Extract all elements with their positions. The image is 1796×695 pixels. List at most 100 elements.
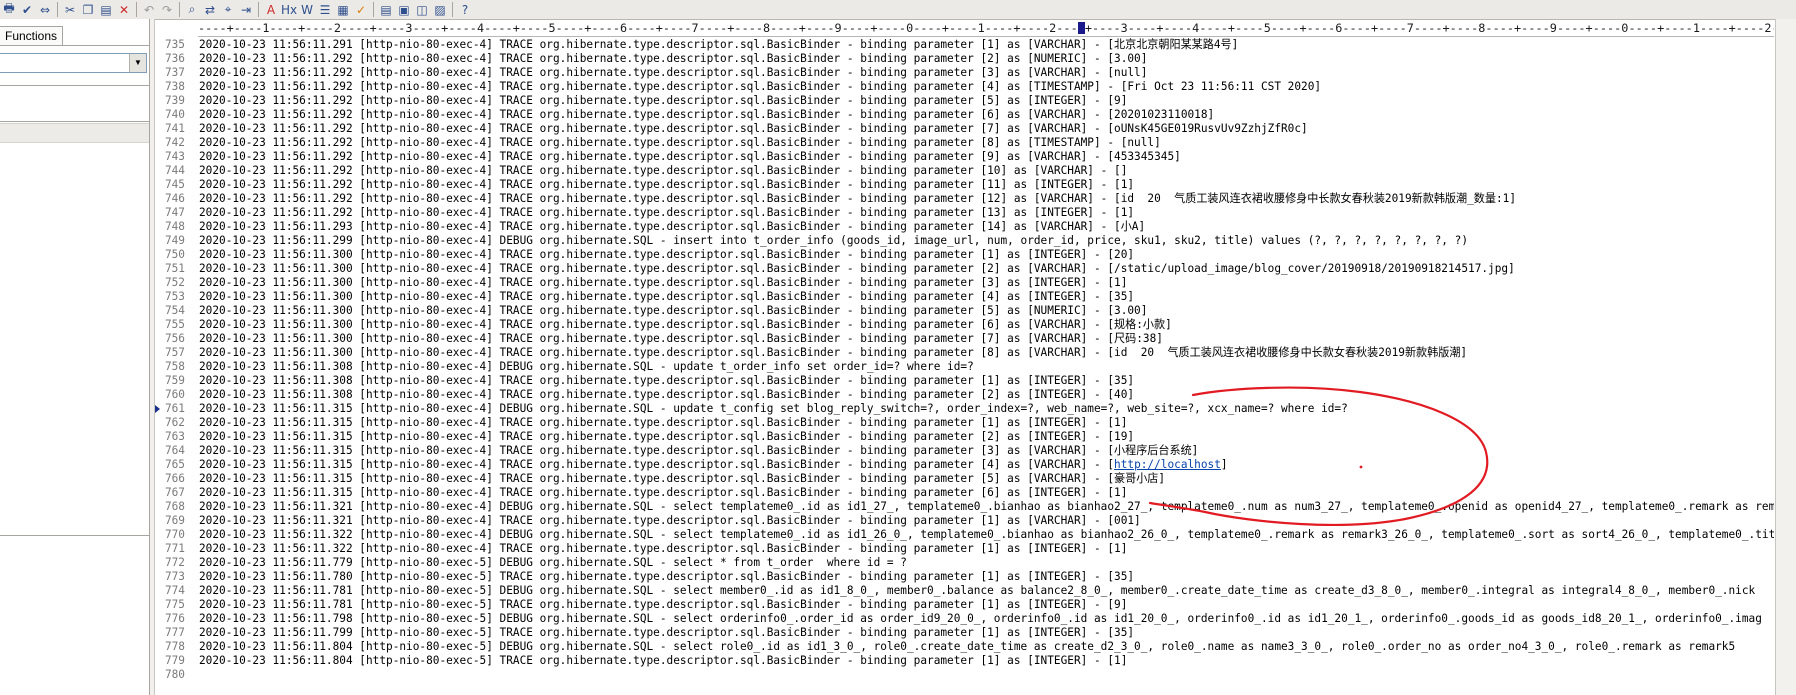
editor-line[interactable]: 742 2020-10-23 11:56:11.292 [http-nio-80-… (155, 136, 1774, 150)
ruler-ticks: ----+----1----+----2----+----3----+----4… (198, 21, 1774, 35)
editor-line[interactable]: 739 2020-10-23 11:56:11.292 [http-nio-80-… (155, 94, 1774, 108)
line-numbers-icon[interactable]: ☰ (316, 1, 334, 18)
editor-line[interactable]: 770 2020-10-23 11:56:11.322 [http-nio-80-… (155, 528, 1774, 542)
editor-line[interactable]: 761 2020-10-23 11:56:11.315 [http-nio-80-… (155, 402, 1774, 416)
editor-line[interactable]: 744 2020-10-23 11:56:11.292 [http-nio-80-… (155, 164, 1774, 178)
editor-line[interactable]: 773 2020-10-23 11:56:11.780 [http-nio-80-… (155, 570, 1774, 584)
redo-icon[interactable]: ↷ (158, 1, 176, 18)
editor-line[interactable]: 764 2020-10-23 11:56:11.315 [http-nio-80-… (155, 444, 1774, 458)
line-text: 2020-10-23 11:56:11.781 [http-nio-80-exe… (199, 584, 1755, 598)
editor-line[interactable]: 778 2020-10-23 11:56:11.804 [http-nio-80-… (155, 640, 1774, 654)
line-number: 776 (164, 612, 185, 625)
editor-line[interactable]: 748 2020-10-23 11:56:11.293 [http-nio-80-… (155, 220, 1774, 234)
editor-line[interactable]: 762 2020-10-23 11:56:11.315 [http-nio-80-… (155, 416, 1774, 430)
line-text: 2020-10-23 11:56:11.315 [http-nio-80-exe… (199, 486, 1127, 500)
function-filter-select[interactable]: ▼ (0, 53, 147, 73)
hyperlink[interactable]: http://localhost (1114, 458, 1221, 471)
line-text-content: 2020-10-23 11:56:11.300 [http-nio-80-exe… (199, 332, 1163, 345)
help-icon[interactable]: ? (456, 1, 474, 18)
hex-icon[interactable]: Hx (280, 1, 298, 18)
font-icon[interactable]: A (262, 1, 280, 18)
editor-line[interactable]: 743 2020-10-23 11:56:11.292 [http-nio-80-… (155, 150, 1774, 164)
functions-tab[interactable]: Functions (0, 26, 64, 46)
ruler-cursor-marker (1078, 22, 1085, 34)
editor-line[interactable]: 774 2020-10-23 11:56:11.781 [http-nio-80-… (155, 584, 1774, 598)
line-text-content: 2020-10-23 11:56:11.300 [http-nio-80-exe… (199, 290, 1135, 303)
editor-line[interactable]: 756 2020-10-23 11:56:11.300 [http-nio-80-… (155, 332, 1774, 346)
vertical-scrollbar[interactable] (1775, 19, 1796, 695)
copy-icon[interactable]: ❐ (79, 1, 97, 18)
undo-icon[interactable]: ↶ (140, 1, 158, 18)
editor-line[interactable]: 766 2020-10-23 11:56:11.315 [http-nio-80-… (155, 472, 1774, 486)
line-text-content: 2020-10-23 11:56:11.308 [http-nio-80-exe… (199, 360, 974, 373)
word-wrap-icon[interactable]: W (298, 1, 316, 18)
line-text-content: 2020-10-23 11:56:11.322 [http-nio-80-exe… (199, 542, 1128, 555)
line-text: 2020-10-23 11:56:11.322 [http-nio-80-exe… (199, 528, 1774, 542)
editor-line[interactable]: 738 2020-10-23 11:56:11.292 [http-nio-80-… (155, 80, 1774, 94)
editor-line[interactable]: 769 2020-10-23 11:56:11.321 [http-nio-80-… (155, 514, 1774, 528)
editor-line[interactable]: 755 2020-10-23 11:56:11.300 [http-nio-80-… (155, 318, 1774, 332)
editor-line[interactable]: 750 2020-10-23 11:56:11.300 [http-nio-80-… (155, 248, 1774, 262)
editor-line[interactable]: 759 2020-10-23 11:56:11.308 [http-nio-80-… (155, 374, 1774, 388)
editor-line[interactable]: 772 2020-10-23 11:56:11.779 [http-nio-80-… (155, 556, 1774, 570)
line-number: 736 (164, 52, 185, 65)
editor-line[interactable]: 780 (155, 668, 1774, 682)
editor-line[interactable]: 768 2020-10-23 11:56:11.321 [http-nio-80-… (155, 500, 1774, 514)
editor-line[interactable]: 747 2020-10-23 11:56:11.292 [http-nio-80-… (155, 206, 1774, 220)
column-mode-icon[interactable]: ▦ (334, 1, 352, 18)
spellcheck-icon[interactable]: ✔ (18, 1, 36, 18)
function-list-pane: Functions ▼ (0, 19, 150, 695)
editor-line[interactable]: 746 2020-10-23 11:56:11.292 [http-nio-80-… (155, 192, 1774, 206)
editor-line[interactable]: 752 2020-10-23 11:56:11.300 [http-nio-80-… (155, 276, 1774, 290)
web-preview-icon[interactable]: ⇔ (36, 1, 54, 18)
line-text-content: 2020-10-23 11:56:11.292 [http-nio-80-exe… (199, 136, 1161, 149)
chevron-down-icon[interactable]: ▼ (129, 54, 146, 72)
check-icon[interactable]: ✓ (352, 1, 370, 18)
line-number: 771 (164, 542, 185, 555)
line-text-content: 2020-10-23 11:56:11.299 [http-nio-80-exe… (199, 234, 1469, 247)
editor-line[interactable]: 751 2020-10-23 11:56:11.300 [http-nio-80-… (155, 262, 1774, 276)
editor-line[interactable]: 777 2020-10-23 11:56:11.799 [http-nio-80-… (155, 626, 1774, 640)
line-number: 757 (164, 346, 185, 359)
editor-line[interactable]: 776 2020-10-23 11:56:11.798 [http-nio-80-… (155, 612, 1774, 626)
editor-line[interactable]: 754 2020-10-23 11:56:11.300 [http-nio-80-… (155, 304, 1774, 318)
editor-line[interactable]: 763 2020-10-23 11:56:11.315 [http-nio-80-… (155, 430, 1774, 444)
image-icon[interactable]: ▨ (431, 1, 449, 18)
editor-line[interactable]: 757 2020-10-23 11:56:11.300 [http-nio-80-… (155, 346, 1774, 360)
window-icon[interactable]: ▣ (395, 1, 413, 18)
line-number: 762 (164, 416, 185, 429)
editor-line[interactable]: 758 2020-10-23 11:56:11.308 [http-nio-80-… (155, 360, 1774, 374)
line-text: 2020-10-23 11:56:11.308 [http-nio-80-exe… (199, 360, 974, 374)
editor-line[interactable]: 760 2020-10-23 11:56:11.308 [http-nio-80-… (155, 388, 1774, 402)
editor-line[interactable]: 779 2020-10-23 11:56:11.804 [http-nio-80-… (155, 654, 1774, 668)
line-number: 750 (164, 248, 185, 261)
print-icon[interactable]: 🖶 (0, 1, 18, 18)
editor-line[interactable]: 771 2020-10-23 11:56:11.322 [http-nio-80-… (155, 542, 1774, 556)
editor-line[interactable]: 775 2020-10-23 11:56:11.781 [http-nio-80-… (155, 598, 1774, 612)
goto-icon[interactable]: ⇥ (237, 1, 255, 18)
paste-icon[interactable]: ▤ (97, 1, 115, 18)
replace-icon[interactable]: ⇄ (201, 1, 219, 18)
find-icon[interactable]: ⌕ (183, 1, 201, 18)
find-in-files-icon[interactable]: ⌖ (219, 1, 237, 18)
editor-line[interactable]: 741 2020-10-23 11:56:11.292 [http-nio-80-… (155, 122, 1774, 136)
list-icon[interactable]: ▤ (377, 1, 395, 18)
line-text-content: 2020-10-23 11:56:11.300 [http-nio-80-exe… (199, 304, 1148, 317)
cut-icon[interactable]: ✂ (61, 1, 79, 18)
editor-line[interactable]: 735 2020-10-23 11:56:11.291 [http-nio-80-… (155, 38, 1774, 52)
editor-line[interactable]: 736 2020-10-23 11:56:11.292 [http-nio-80-… (155, 52, 1774, 66)
tile-icon[interactable]: ◫ (413, 1, 431, 18)
line-text: 2020-10-23 11:56:11.300 [http-nio-80-exe… (199, 304, 1147, 318)
editor-text-area[interactable]: 735 2020-10-23 11:56:11.291 [http-nio-80-… (155, 36, 1774, 695)
editor-line[interactable]: 745 2020-10-23 11:56:11.292 [http-nio-80-… (155, 178, 1774, 192)
editor-line[interactable]: 749 2020-10-23 11:56:11.299 [http-nio-80-… (155, 234, 1774, 248)
editor-line[interactable]: 767 2020-10-23 11:56:11.315 [http-nio-80-… (155, 486, 1774, 500)
editor-line[interactable]: 737 2020-10-23 11:56:11.292 [http-nio-80-… (155, 66, 1774, 80)
line-text-content: 2020-10-23 11:56:11.321 [http-nio-80-exe… (199, 500, 1774, 513)
editor-line[interactable]: 753 2020-10-23 11:56:11.300 [http-nio-80-… (155, 290, 1774, 304)
line-number: 759 (164, 374, 185, 387)
editor-line[interactable]: 765 2020-10-23 11:56:11.315 [http-nio-80-… (155, 458, 1774, 472)
line-number: 779 (164, 654, 185, 667)
editor-line[interactable]: 740 2020-10-23 11:56:11.292 [http-nio-80-… (155, 108, 1774, 122)
delete-icon[interactable]: ✕ (115, 1, 133, 18)
